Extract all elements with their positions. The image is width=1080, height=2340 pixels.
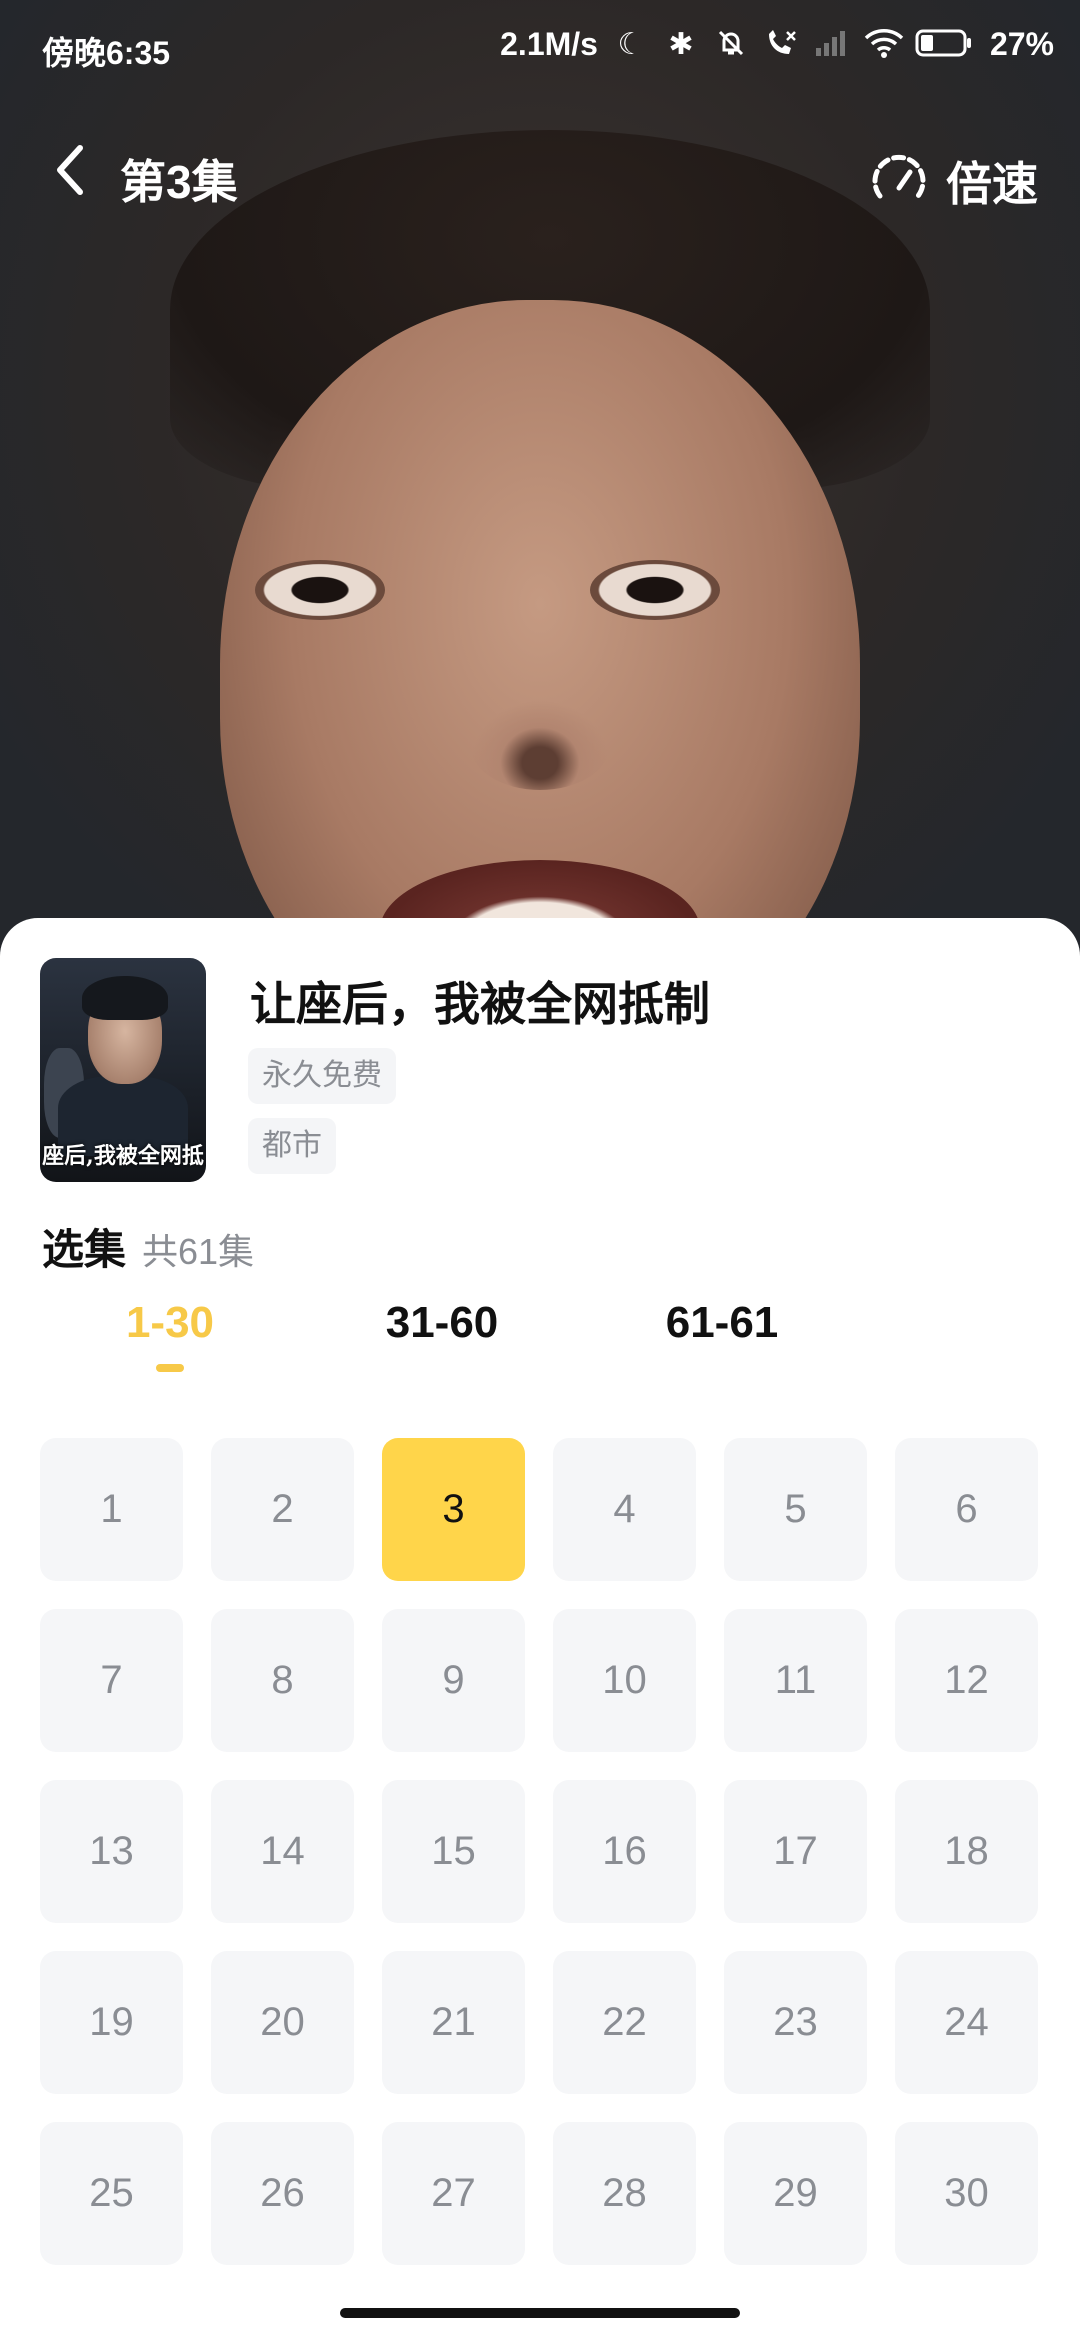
episode-cell[interactable]: 1	[40, 1438, 183, 1581]
status-bar: 傍晚6:35 2.1M/s ☾ ✱ 27%	[0, 0, 1080, 96]
episode-title: 第3集	[120, 156, 238, 208]
video-frame-nose	[470, 700, 610, 790]
episode-cell[interactable]: 4	[553, 1438, 696, 1581]
poster-figure-hair	[82, 976, 168, 1020]
episode-cell[interactable]: 23	[724, 1951, 867, 2094]
drama-title: 让座后，我被全网抵制	[250, 978, 710, 1030]
episode-cell[interactable]: 13	[40, 1780, 183, 1923]
video-frame-eye-left	[255, 560, 385, 620]
episode-cell[interactable]: 21	[382, 1951, 525, 2094]
tab-range-label: 1-30	[125, 1298, 215, 1347]
tab-range-61-61[interactable]: 61-61	[632, 1298, 812, 1348]
active-tab-indicator	[156, 1364, 184, 1372]
poster-title-text: 座后,我被全网抵	[42, 1143, 204, 1169]
tag-genre: 都市	[248, 1118, 336, 1174]
back-button[interactable]	[50, 140, 110, 210]
status-time: 傍晚6:35	[42, 35, 171, 71]
episode-cell[interactable]: 27	[382, 2122, 525, 2265]
episode-cell[interactable]: 26	[211, 2122, 354, 2265]
player-top-bar: 第3集 倍速	[0, 130, 1080, 220]
episode-cell[interactable]: 11	[724, 1609, 867, 1752]
net-speed: 2.1M/s	[500, 26, 598, 62]
episode-cell[interactable]: 6	[895, 1438, 1038, 1581]
episode-cell[interactable]: 15	[382, 1780, 525, 1923]
video-frame-eye-right	[590, 560, 720, 620]
chevron-left-icon	[57, 145, 83, 195]
tab-range-1-30[interactable]: 1-30	[80, 1298, 260, 1372]
episode-cell[interactable]: 22	[553, 1951, 696, 2094]
wifi-icon	[864, 28, 904, 62]
mute-bell-icon	[714, 28, 748, 62]
call-icon	[764, 28, 798, 62]
episode-cell[interactable]: 20	[211, 1951, 354, 2094]
status-right: 2.1M/s ☾ ✱ 27%	[500, 26, 1054, 63]
episode-cell[interactable]: 28	[553, 2122, 696, 2265]
episode-cell[interactable]: 25	[40, 2122, 183, 2265]
tab-range-31-60[interactable]: 31-60	[352, 1298, 532, 1348]
episode-cell[interactable]: 10	[553, 1609, 696, 1752]
moon-icon: ☾	[617, 27, 645, 61]
episode-cell[interactable]: 17	[724, 1780, 867, 1923]
episode-cell[interactable]: 2	[211, 1438, 354, 1581]
battery-icon	[914, 28, 974, 62]
playback-speed-button[interactable]: 倍速	[870, 148, 1038, 214]
speed-label: 倍速	[946, 158, 1038, 210]
episode-cell[interactable]: 8	[211, 1609, 354, 1752]
battery-percent: 27%	[989, 26, 1054, 62]
speedometer-icon	[872, 154, 926, 199]
tab-range-label: 31-60	[385, 1298, 499, 1347]
episode-cell[interactable]: 24	[895, 1951, 1038, 2094]
episode-cell-current[interactable]: 3	[382, 1438, 525, 1581]
episode-range-tabs: 1-30 31-60 61-61	[0, 1298, 1080, 1388]
episode-cell[interactable]: 5	[724, 1438, 867, 1581]
episode-cell[interactable]: 18	[895, 1780, 1038, 1923]
bluetooth-icon: ✱	[668, 27, 694, 61]
home-indicator[interactable]	[340, 2308, 740, 2318]
episode-cell[interactable]: 12	[895, 1609, 1038, 1752]
episode-cell[interactable]: 16	[553, 1780, 696, 1923]
signal-icon	[814, 28, 848, 62]
episode-cell[interactable]: 9	[382, 1609, 525, 1752]
drama-poster[interactable]: 座后,我被全网抵	[40, 958, 206, 1182]
episode-cell[interactable]: 14	[211, 1780, 354, 1923]
episode-cell[interactable]: 29	[724, 2122, 867, 2265]
tag-free: 永久免费	[248, 1048, 396, 1104]
episode-grid: 1 2 3 4 5 6 7 8 9 10 11 12 13 14 15 16 1…	[40, 1438, 1040, 2265]
episode-cell[interactable]: 30	[895, 2122, 1038, 2265]
episode-cell[interactable]: 7	[40, 1609, 183, 1752]
tab-range-label: 61-61	[665, 1298, 779, 1347]
episode-heading: 选集	[42, 1226, 127, 1273]
episode-sheet: 座后,我被全网抵 让座后，我被全网抵制 永久免费 都市 选集 共61集 1-30…	[0, 918, 1080, 2340]
episode-section-header: 选集 共61集	[42, 1216, 254, 1277]
episode-cell[interactable]: 19	[40, 1951, 183, 2094]
episode-count: 共61集	[142, 1231, 255, 1272]
